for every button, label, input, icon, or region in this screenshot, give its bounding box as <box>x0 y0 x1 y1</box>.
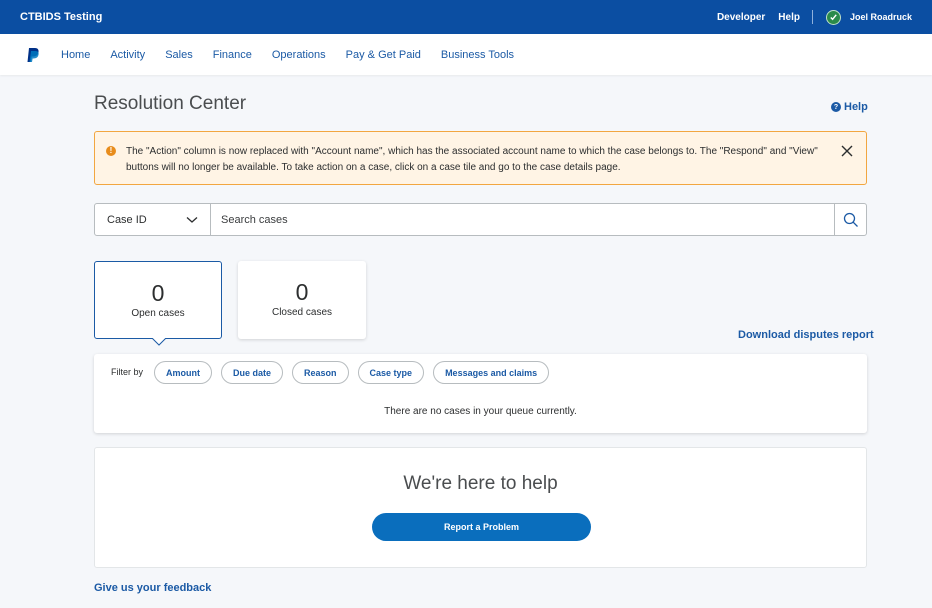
search-button[interactable] <box>834 204 866 235</box>
search-icon <box>843 212 858 227</box>
warning-icon: ! <box>106 146 116 156</box>
page-help-link[interactable]: ? Help <box>831 101 868 113</box>
search-input[interactable] <box>211 204 834 235</box>
filter-chip-amount[interactable]: Amount <box>154 361 212 384</box>
tile-pointer-icon <box>152 338 166 346</box>
help-card-heading: We're here to help <box>403 473 558 494</box>
closed-cases-label: Closed cases <box>271 307 333 318</box>
alert-message: The "Action" column is now replaced with… <box>126 146 818 173</box>
filter-chip-due-date[interactable]: Due date <box>221 361 284 384</box>
help-card: We're here to help Report a Problem <box>94 447 867 568</box>
developer-link[interactable]: Developer <box>717 12 765 23</box>
nav-sales[interactable]: Sales <box>165 49 193 61</box>
page-help-label: Help <box>844 101 868 113</box>
tile-closed-cases[interactable]: 0 Closed cases <box>238 261 366 339</box>
filter-chip-case-type[interactable]: Case type <box>357 361 425 384</box>
close-icon[interactable] <box>840 144 854 158</box>
user-name[interactable]: Joel Roadruck <box>850 12 912 22</box>
top-bar-actions: Developer Help Joel Roadruck <box>717 9 912 25</box>
open-cases-count: 0 <box>151 280 165 306</box>
empty-queue-message: There are no cases in your queue current… <box>384 406 577 417</box>
feedback-link[interactable]: Give us your feedback <box>94 582 211 594</box>
download-disputes-report-link[interactable]: Download disputes report <box>738 329 874 341</box>
nav-pay-and-get-paid[interactable]: Pay & Get Paid <box>346 49 421 61</box>
cases-filter-panel: Filter by Amount Due date Reason Case ty… <box>94 354 867 433</box>
filter-chips: Amount Due date Reason Case type Message… <box>154 361 558 384</box>
account-brand-name: CTBIDS Testing <box>20 11 103 23</box>
info-alert: ! The "Action" column is now replaced wi… <box>94 131 867 185</box>
search-type-select[interactable]: Case ID <box>95 204 211 235</box>
case-search: Case ID <box>94 203 867 236</box>
filter-chip-messages-and-claims[interactable]: Messages and claims <box>433 361 550 384</box>
paypal-logo-icon[interactable] <box>26 47 40 63</box>
nav-operations[interactable]: Operations <box>272 49 326 61</box>
tile-open-cases[interactable]: 0 Open cases <box>94 261 222 346</box>
top-help-link[interactable]: Help <box>778 12 800 23</box>
user-avatar-icon[interactable] <box>825 9 841 25</box>
filter-chip-reason[interactable]: Reason <box>292 361 349 384</box>
filter-label: Filter by <box>111 367 144 377</box>
search-type-value: Case ID <box>107 213 147 226</box>
page-title: Resolution Center <box>94 93 247 114</box>
nav-business-tools[interactable]: Business Tools <box>441 49 514 61</box>
closed-cases-count: 0 <box>295 279 309 305</box>
top-bar: CTBIDS Testing Developer Help Joel Roadr… <box>0 0 932 34</box>
top-bar-divider <box>811 10 813 24</box>
open-cases-label: Open cases <box>131 308 185 319</box>
main-nav: Home Activity Sales Finance Operations P… <box>0 34 932 75</box>
help-question-icon: ? <box>831 102 841 112</box>
report-problem-button[interactable]: Report a Problem <box>372 513 591 541</box>
nav-finance[interactable]: Finance <box>213 49 252 61</box>
nav-home[interactable]: Home <box>61 49 90 61</box>
nav-activity[interactable]: Activity <box>110 49 145 61</box>
chevron-down-icon <box>186 216 198 223</box>
